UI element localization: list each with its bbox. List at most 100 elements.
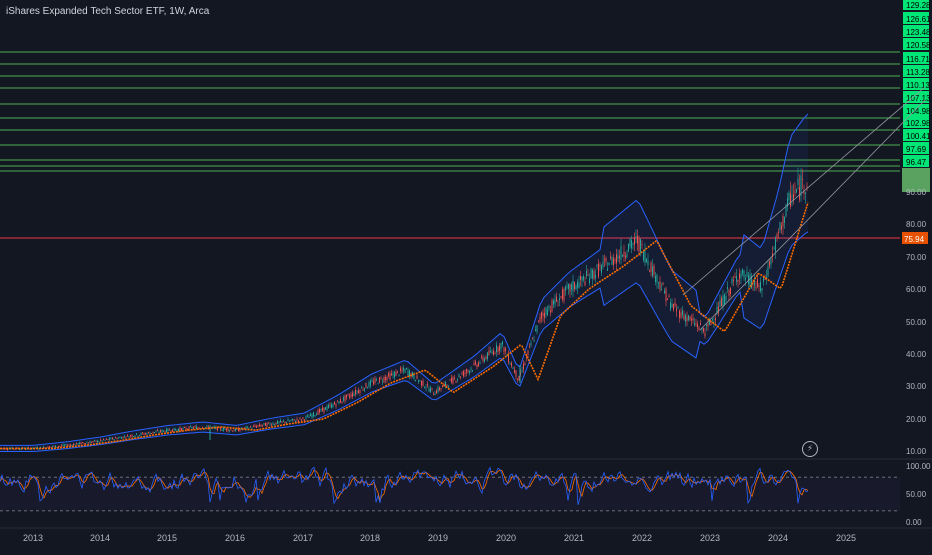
y-tick-label: 60.00 [906,285,927,294]
candle-body [151,432,152,434]
candle-body [343,397,344,401]
candle-body [158,431,160,433]
candle-body [524,363,526,365]
candle-body [109,437,110,440]
candle-body [658,282,659,284]
y-tick-label: 80.00 [906,220,927,229]
chart-root[interactable]: 129.28 126.61 123.48 120.58 116.71 113.28 110.… [0,0,932,550]
chart-title[interactable]: iShares Expanded Tech Sector ETF, 1W, Ar… [6,6,209,17]
candle-body [572,281,574,292]
candle-body [322,407,323,411]
candle-body [521,370,523,372]
candle-body [541,312,542,319]
candle-body [592,269,593,279]
candle-body [341,401,343,403]
candle-body [686,317,688,322]
candle-body [650,262,652,272]
candle-body [653,265,655,275]
candle-body [458,374,460,377]
candle-body [437,387,439,393]
candle-body [577,281,578,288]
lightning-icon[interactable]: ⚡ [802,441,818,457]
candle-body [485,356,487,360]
candle-body [386,377,388,381]
candle-body [569,284,571,292]
candle-body [335,403,337,407]
candle-body [292,418,293,421]
candle-body [614,259,616,261]
candle-body [425,387,427,389]
candle-body [286,422,287,424]
candle-body [355,389,356,395]
candle-body [70,444,71,446]
candle-body [448,386,449,388]
candle-body [113,438,115,440]
oscillator-tick-label: 50.00 [906,490,927,499]
candle-body [578,282,580,289]
candle-body [439,387,440,391]
candle-body [392,373,394,376]
candle-body [641,244,643,246]
candle-body [352,392,353,397]
y-tick-label: 70.00 [906,253,927,262]
candle-body [247,426,248,428]
candle-body [317,410,319,415]
candle-body [74,444,76,446]
candle-body [271,424,272,426]
candle-body [610,256,611,259]
candle-body [358,390,359,394]
candle-body [593,270,595,279]
candle-body [455,381,457,383]
candle-body [799,187,800,200]
candle-body [436,390,437,394]
chart-background [0,0,932,550]
candle-body [608,262,610,266]
candle-body [662,282,664,285]
candle-body [347,394,349,396]
candle-body [373,381,374,385]
candle-body [442,385,443,388]
candle-body [365,383,367,388]
fib-label-text: 120.58 [906,41,931,50]
candle-body [682,310,683,316]
candle-body [149,432,151,435]
candle-body [278,421,280,423]
candle-body [160,430,161,432]
candle-body [677,307,679,309]
candle-body [400,368,401,371]
candle-body [367,387,368,389]
price-chart-canvas[interactable]: 129.28 126.61 123.48 120.58 116.71 113.28 110.… [0,0,932,550]
candle-body [769,261,770,266]
candle-body [493,350,494,355]
candle-body [670,302,671,310]
candle-body [611,257,613,265]
candle-body [742,269,743,274]
candle-body [539,316,541,322]
fib-label-text: 107.13 [906,94,931,103]
candle-body [254,425,256,427]
candle-body [119,436,121,438]
candle-body [308,416,310,418]
y-tick-label: 40.00 [906,350,927,359]
candle-body [692,317,694,321]
candle-body [517,378,518,380]
candle-body [586,270,587,277]
fib-level-label: 113.28 [903,65,930,77]
candle-body [587,274,589,276]
candle-body [575,285,577,290]
candle-body [721,298,722,306]
candle-body [560,296,562,298]
candle-body [784,217,785,223]
candle-body [460,376,461,378]
candle-body [494,353,496,355]
candle-body [542,313,544,316]
candle-body [319,409,320,413]
candle-body [125,437,127,439]
candle-body [599,265,601,267]
candle-body [325,407,326,410]
candle-body [661,289,662,291]
candle-body [806,186,808,188]
candle-body [190,426,191,428]
candle-body [98,441,100,443]
candle-body [739,273,740,279]
